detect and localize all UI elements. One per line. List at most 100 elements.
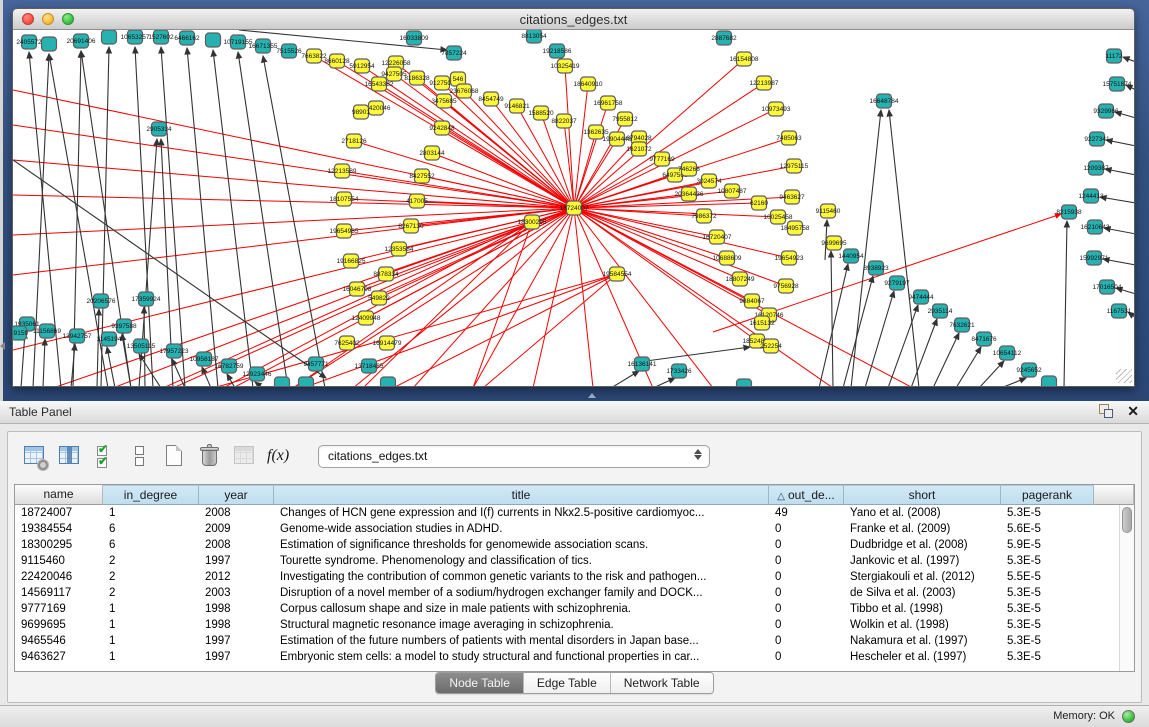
graph-node[interactable]: 8427552 [409, 169, 435, 183]
citation-edge-black[interactable] [1100, 197, 1135, 203]
select-rows-icon[interactable]: ✔ ✔ [92, 443, 118, 469]
graph-node[interactable]: 16046798 [343, 282, 372, 296]
citation-edge-red[interactable] [354, 141, 574, 208]
citation-edge-red[interactable] [483, 274, 617, 387]
graph-node[interactable]: 9146821 [504, 99, 530, 113]
citation-edge-black[interactable] [1123, 57, 1135, 62]
citation-edge-red[interactable] [393, 274, 617, 387]
graph-node[interactable]: 2718126 [341, 134, 367, 148]
graph-node[interactable]: 16720407 [703, 230, 732, 244]
graph-node[interactable]: 19218586 [543, 44, 572, 58]
citation-edge-red[interactable] [442, 83, 574, 208]
citation-edge-red[interactable] [413, 208, 574, 387]
graph-node[interactable]: 15992971 [1080, 251, 1109, 265]
graph-node[interactable]: 39159 [13, 326, 28, 340]
column-header-out_de[interactable]: △out_de... [769, 485, 844, 505]
graph-node[interactable] [1042, 376, 1057, 387]
graph-node[interactable]: 18107554 [330, 192, 359, 206]
graph-node[interactable]: 8454749 [478, 92, 504, 106]
table-row[interactable]: 1938455462009Genome-wide association stu… [15, 521, 1119, 537]
graph-node[interactable]: 252254 [760, 339, 782, 353]
graph-node[interactable]: 7632621 [949, 318, 975, 332]
graph-node[interactable]: 19166825 [337, 254, 366, 268]
graph-node[interactable]: 3475685 [431, 94, 457, 108]
graph-node[interactable]: 7955812 [612, 112, 638, 126]
citation-edge-black[interactable] [933, 333, 959, 387]
citation-edge-black[interactable] [122, 334, 131, 387]
citation-edge-red[interactable] [574, 208, 593, 387]
graph-node[interactable]: 16914479 [373, 336, 402, 350]
citation-edge-black[interactable] [819, 264, 848, 387]
citation-edge-black[interactable] [865, 291, 894, 387]
graph-node[interactable]: 2905334 [146, 122, 172, 136]
delete-table-icon[interactable] [197, 443, 223, 469]
graph-node[interactable]: 20364436 [675, 187, 704, 201]
graph-node[interactable] [102, 30, 117, 44]
graph-node[interactable]: 1244413 [1078, 189, 1104, 203]
table-row[interactable]: 946362711997Embryonic stem cells: a mode… [15, 649, 1119, 665]
float-panel-icon[interactable] [1099, 404, 1113, 418]
citation-edge-black[interactable] [43, 339, 45, 387]
graph-node[interactable]: 8878334 [373, 267, 399, 281]
column-header-title[interactable]: title [274, 485, 769, 505]
graph-node[interactable]: 16033809 [400, 31, 429, 45]
graph-node[interactable]: 7857224 [441, 46, 467, 60]
graph-node[interactable]: 16671355 [249, 39, 278, 53]
graph-node[interactable]: 18640910 [574, 77, 603, 91]
graph-node[interactable]: 10807487 [718, 184, 747, 198]
graph-node[interactable]: 17016504 [1093, 280, 1122, 294]
graph-node[interactable]: 62160 [750, 196, 768, 210]
graph-node[interactable]: 8813054 [521, 30, 547, 43]
graph-node[interactable]: 10325419 [551, 59, 580, 73]
graph-node[interactable]: 1527602 [148, 30, 174, 44]
citation-edge-red[interactable] [13, 160, 574, 208]
function-builder-icon[interactable]: f(x) [267, 443, 297, 469]
graph-node[interactable]: 10688609 [713, 251, 742, 265]
graph-node[interactable]: 20691406 [67, 34, 96, 48]
graph-node[interactable]: 12975115 [780, 159, 809, 173]
graph-node[interactable]: 9329966 [1093, 104, 1119, 118]
citation-edge-red[interactable] [13, 195, 574, 208]
graph-node[interactable]: 8267130 [398, 219, 424, 233]
graph-node[interactable]: 20206576 [87, 294, 116, 308]
citation-edge-black[interactable] [843, 276, 873, 387]
tab-node-table[interactable]: Node Table [436, 673, 524, 693]
close-icon[interactable] [22, 13, 34, 25]
graph-node[interactable]: 746266 [678, 162, 700, 176]
graph-node[interactable]: 2935114 [928, 304, 953, 318]
graph-node[interactable]: 1440954 [838, 249, 864, 263]
citation-edge-black[interactable] [979, 361, 1004, 387]
citation-edge-red[interactable] [442, 128, 574, 208]
minimize-icon[interactable] [42, 13, 54, 25]
graph-node[interactable]: 9397588 [111, 319, 137, 333]
graph-node[interactable]: 7986372 [691, 209, 717, 223]
graph-node[interactable] [275, 377, 290, 387]
graph-node[interactable]: 2887682 [711, 31, 737, 45]
graph-node[interactable]: 3024574 [696, 174, 722, 188]
graph-node[interactable]: 9227341 [1084, 132, 1110, 146]
graph-node[interactable]: 16136141 [628, 357, 657, 371]
graph-node[interactable]: 8822037 [551, 114, 577, 128]
graph-node[interactable] [206, 33, 221, 47]
graph-node[interactable]: 1588520 [528, 106, 554, 120]
graph-node[interactable]: 8215938 [1056, 205, 1082, 219]
table-vertical-scrollbar[interactable] [1119, 505, 1134, 671]
graph-node[interactable]: 8471676 [971, 332, 997, 346]
graph-node[interactable]: 19654923 [775, 251, 804, 265]
citation-edge-black[interactable] [213, 50, 253, 387]
citation-network-graph[interactable]: 7663822866012859129541222605894275051654… [13, 30, 1135, 387]
graph-node[interactable]: 2803144 [419, 146, 445, 160]
citation-edge-black[interactable] [1105, 169, 1135, 175]
graph-node[interactable] [381, 377, 396, 387]
graph-node[interactable]: 2405572 [16, 35, 42, 49]
table-row[interactable]: 1456911722003Disruption of a novel membe… [15, 585, 1119, 601]
graph-node[interactable] [299, 377, 314, 387]
graph-node[interactable]: 13942757 [63, 329, 92, 343]
network-window-titlebar[interactable]: citations_edges.txt [13, 9, 1134, 30]
graph-node[interactable]: 9242848 [429, 121, 455, 135]
graph-node[interactable]: 12353584 [385, 242, 414, 256]
graph-node[interactable] [42, 37, 57, 51]
citation-edge-black[interactable] [255, 382, 263, 387]
citation-edge-red[interactable] [473, 222, 532, 387]
graph-node[interactable]: 9115460 [816, 204, 841, 218]
